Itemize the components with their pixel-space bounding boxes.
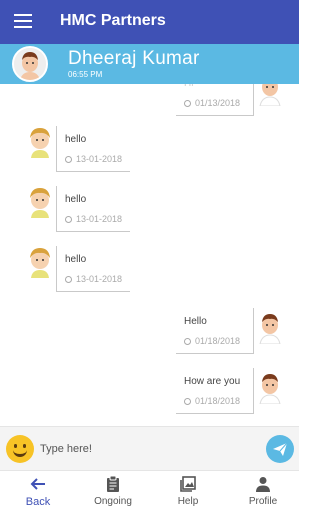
male-avatar-icon (256, 312, 284, 345)
clock-icon (65, 156, 72, 163)
message-input[interactable] (40, 437, 250, 461)
message-sent: Hi 01/13/2018 (0, 84, 299, 116)
male-avatar-icon (256, 84, 284, 107)
person-icon (256, 477, 270, 492)
smiley-emoji-icon[interactable] (6, 435, 34, 463)
app-bar: HMC Partners (0, 0, 299, 44)
message-text: hello (65, 194, 87, 205)
message-bubble: hello 13-01-2018 (56, 246, 130, 292)
message-text: hello (65, 254, 87, 265)
menu-icon[interactable] (14, 14, 32, 28)
message-composer (0, 426, 299, 470)
contact-header: Dheeraj Kumar 06:55 PM (0, 44, 299, 84)
nav-back[interactable]: Back (8, 471, 68, 512)
message-text: How are you (184, 376, 241, 387)
contact-last-seen: 06:55 PM (68, 70, 103, 79)
clock-icon (184, 398, 191, 405)
nav-profile[interactable]: Profile (233, 471, 293, 512)
message-received: hello 13-01-2018 (0, 186, 299, 234)
boy-avatar-icon (26, 246, 54, 278)
message-text: Hello (184, 316, 207, 327)
bottom-navigation: Back Ongoing Help Profile (0, 470, 299, 512)
nav-help[interactable]: Help (158, 471, 218, 512)
message-bubble: hello 13-01-2018 (56, 186, 130, 232)
nav-profile-label: Profile (248, 496, 278, 507)
app-title: HMC Partners (60, 12, 166, 29)
message-bubble: hello 13-01-2018 (56, 126, 130, 172)
message-received: hello 13-01-2018 (0, 246, 299, 294)
message-text: hello (65, 134, 87, 145)
clipboard-icon (107, 475, 119, 492)
send-button[interactable] (266, 435, 294, 463)
message-received: hello 13-01-2018 (0, 126, 299, 174)
boy-avatar-icon (26, 186, 54, 218)
message-date: 13-01-2018 (65, 214, 122, 224)
message-sent: Hello 01/18/2018 (0, 308, 299, 356)
message-bubble: Hello 01/18/2018 (176, 308, 254, 354)
message-text: Hi (184, 84, 193, 89)
male-avatar-icon (256, 372, 284, 405)
message-sent: How are you 01/18/2018 (0, 368, 299, 416)
message-date: 01/18/2018 (184, 336, 240, 346)
arrow-left-icon (30, 478, 45, 490)
message-bubble: Hi 01/13/2018 (176, 84, 254, 116)
clock-icon (65, 216, 72, 223)
nav-ongoing-label: Ongoing (94, 496, 132, 507)
message-date: 13-01-2018 (65, 274, 122, 284)
paper-plane-icon (273, 442, 288, 456)
clock-icon (184, 100, 191, 107)
chat-messages[interactable]: Hi 01/13/2018 hello 13-01-2018 (0, 84, 299, 426)
nav-help-label: Help (177, 496, 199, 507)
boy-avatar-icon (26, 126, 54, 158)
message-date: 13-01-2018 (65, 154, 122, 164)
nav-back-label: Back (25, 496, 51, 508)
clock-icon (184, 338, 191, 345)
photo-library-icon (180, 476, 196, 492)
clock-icon (65, 276, 72, 283)
message-date: 01/13/2018 (184, 98, 240, 108)
message-date: 01/18/2018 (184, 396, 240, 406)
contact-name: Dheeraj Kumar (68, 48, 200, 69)
male-avatar-icon[interactable] (12, 46, 48, 82)
nav-ongoing[interactable]: Ongoing (83, 471, 143, 512)
message-bubble: How are you 01/18/2018 (176, 368, 254, 414)
